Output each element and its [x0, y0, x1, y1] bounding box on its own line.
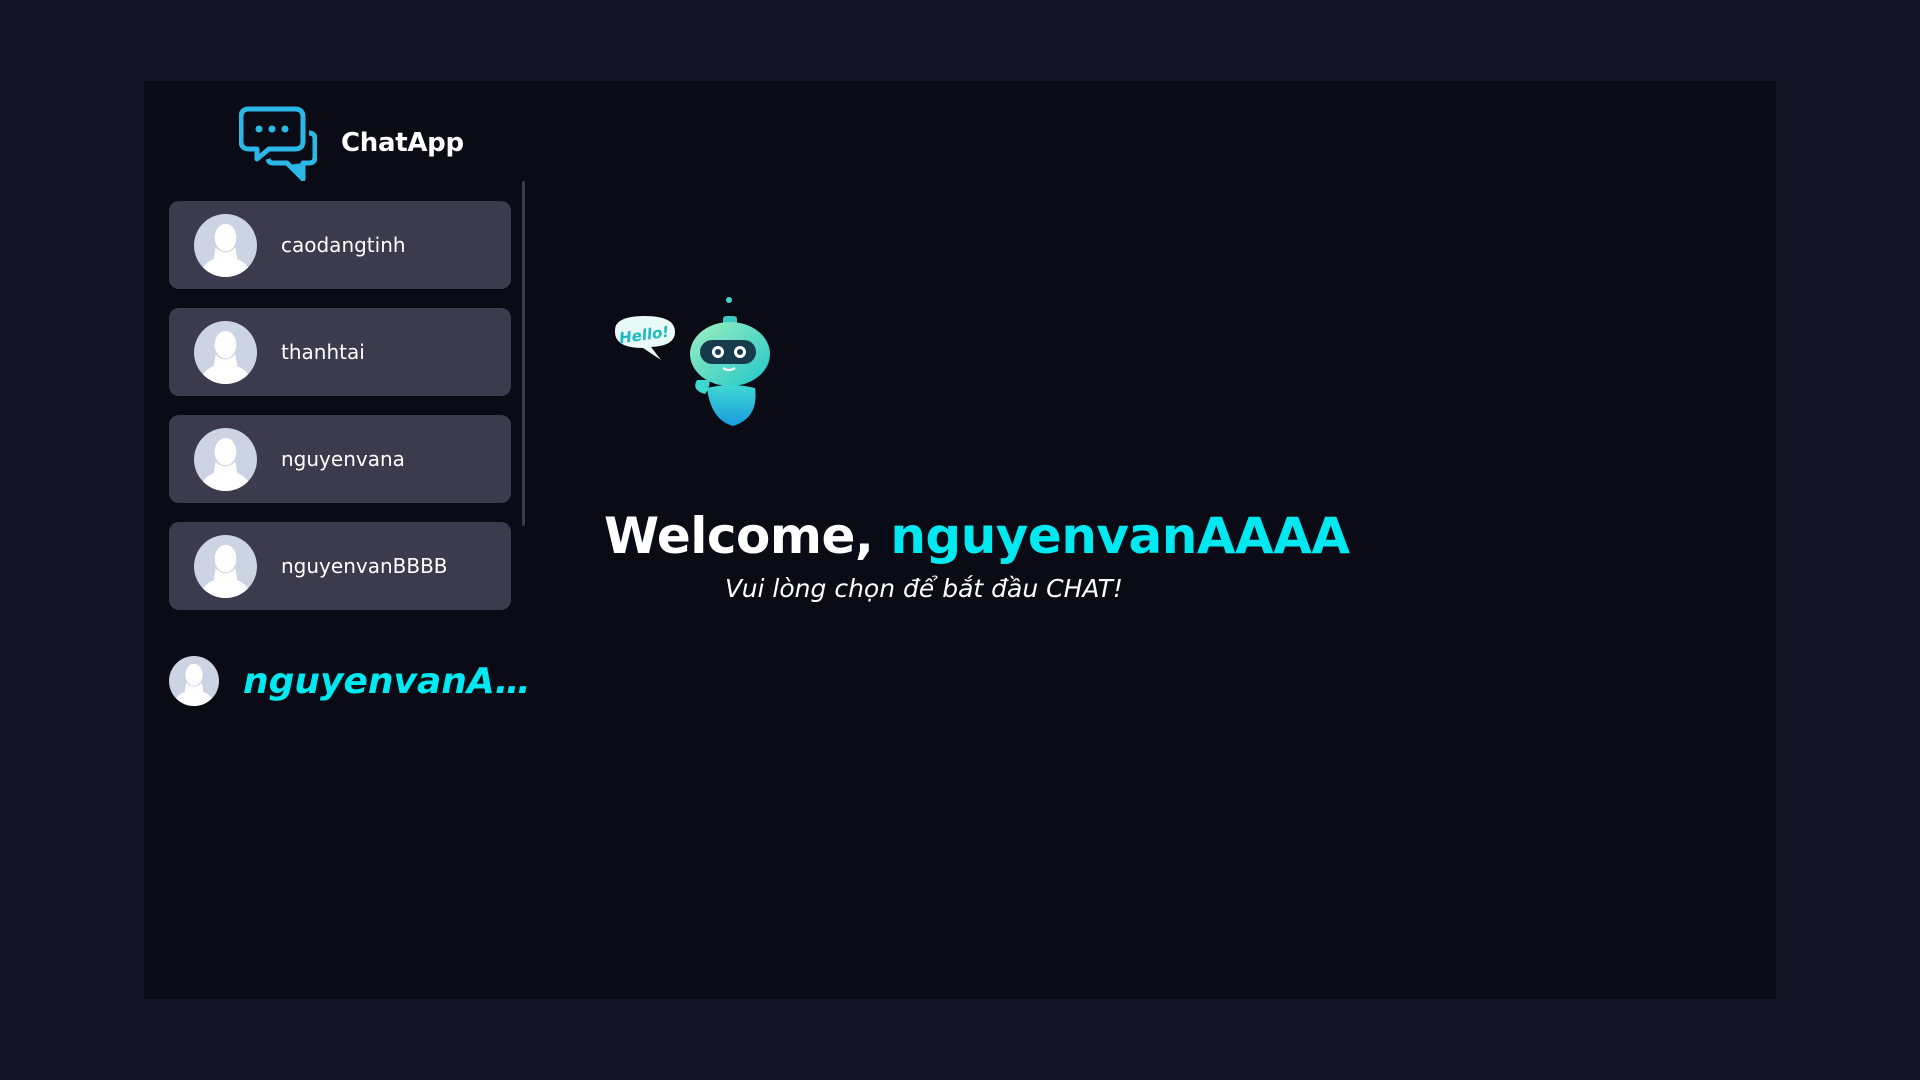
contact-name: caodangtinh: [281, 233, 406, 257]
contact-list-scrollbar[interactable]: [522, 181, 525, 526]
welcome-username: nguyenvanAAAA: [890, 507, 1350, 565]
default-user-avatar-icon: [194, 320, 257, 384]
default-user-avatar-icon: [169, 656, 219, 706]
contact-item-nguyenvana[interactable]: nguyenvana: [169, 415, 511, 503]
contact-name: nguyenvana: [281, 447, 405, 471]
chat-app-window: ChatApp caodangtinh thanhtai nguyenvana …: [144, 81, 1776, 999]
hello-robot-illustration: Hello!: [615, 297, 770, 426]
contact-item-thanhtai[interactable]: thanhtai: [169, 308, 511, 396]
default-user-avatar-icon: [194, 213, 257, 277]
default-user-avatar-icon: [194, 534, 257, 598]
app-title: ChatApp: [341, 128, 464, 158]
current-user-name: nguyenvanAAAA: [243, 660, 553, 702]
default-user-avatar-icon: [194, 427, 257, 491]
contact-name: thanhtai: [281, 340, 365, 364]
chat-bubbles-icon: [239, 106, 317, 181]
contact-item-caodangtinh[interactable]: caodangtinh: [169, 201, 511, 289]
welcome-subtitle: Vui lòng chọn để bắt đầu CHAT!: [725, 574, 1123, 603]
brand: ChatApp: [239, 105, 464, 181]
welcome-message: Welcome, nguyenvanAAAA Vui lòng chọn để …: [604, 506, 1350, 603]
current-user[interactable]: nguyenvanAAAA: [169, 656, 553, 706]
contact-list: caodangtinh thanhtai nguyenvana nguyenva…: [169, 201, 511, 629]
contact-item-nguyenvanbbbb[interactable]: nguyenvanBBBB: [169, 522, 511, 610]
welcome-greeting: Welcome,: [604, 507, 891, 565]
welcome-title: Welcome, nguyenvanAAAA: [604, 506, 1350, 566]
contact-name: nguyenvanBBBB: [281, 554, 448, 578]
